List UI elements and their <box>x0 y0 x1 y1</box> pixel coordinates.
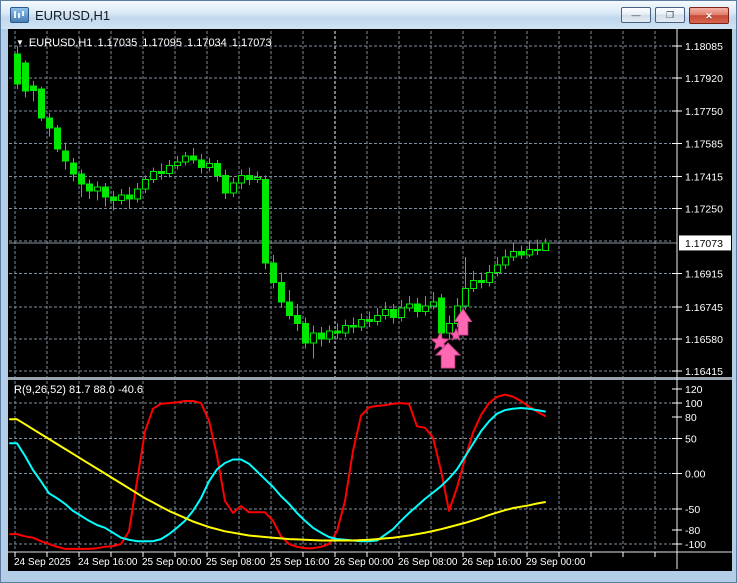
indicator-axis-label: 50 <box>685 433 697 445</box>
indicator-axis-label: 120 <box>685 384 703 396</box>
candle <box>39 87 45 121</box>
price-axis-label: 1.17750 <box>685 106 723 118</box>
indicator-axis-label: 0.00 <box>685 469 706 481</box>
close-button[interactable]: ✕ <box>689 7 729 24</box>
indicator-axis-label: -50 <box>685 504 700 516</box>
ohlc-close: 1.17073 <box>232 37 272 49</box>
indicator-axis-label: 100 <box>685 398 703 410</box>
price-axis-label: 1.17920 <box>685 73 723 85</box>
current-price-label: 1.17073 <box>685 238 723 250</box>
time-axis-label: 29 Sep 00:00 <box>526 557 586 568</box>
price-axis-label: 1.18085 <box>685 41 723 53</box>
restore-button[interactable]: ❐ <box>655 7 685 23</box>
time-axis-label: 26 Sep 08:00 <box>398 557 458 568</box>
indicator-axis-label: 80 <box>685 412 697 424</box>
chart-window-icon <box>10 7 29 23</box>
price-axis-label: 1.17415 <box>685 171 723 183</box>
window-controls: — ❐ ✕ <box>621 7 729 24</box>
price-axis-label: 1.16580 <box>685 334 723 346</box>
candle <box>55 125 61 152</box>
time-axis-label: 25 Sep 08:00 <box>206 557 266 568</box>
indicator-axis-label: -100 <box>685 539 706 551</box>
price-axis-label: 1.17250 <box>685 204 723 216</box>
price-axis-label: 1.16415 <box>685 366 723 378</box>
time-axis-label: 25 Sep 00:00 <box>142 557 202 568</box>
title-bar[interactable]: EURUSD,H1 — ❐ ✕ <box>1 1 736 29</box>
candle <box>263 175 269 268</box>
price-axis-label: 1.16915 <box>685 269 723 281</box>
time-axis-label: 25 Sep 16:00 <box>270 557 330 568</box>
ohlc-open: 1.17035 <box>98 37 138 49</box>
time-axis-label: 24 Sep 16:00 <box>78 557 138 568</box>
price-axis-label: 1.17585 <box>685 138 723 150</box>
window-title: EURUSD,H1 <box>35 8 110 23</box>
ohlc-symbol: EURUSD,H1 <box>29 37 93 49</box>
time-axis-label: 26 Sep 00:00 <box>334 557 394 568</box>
application-window: 1.18085 1.17920 1.17750 1.17585 1.17415 1.172… <box>0 0 737 583</box>
ohlc-low: 1.17034 <box>187 37 227 49</box>
time-axis-label: 24 Sep 2025 <box>14 557 71 568</box>
chart-background <box>8 29 732 571</box>
chart-canvas[interactable]: 1.18085 1.17920 1.17750 1.17585 1.17415 1.172… <box>1 1 737 583</box>
candle <box>439 294 445 337</box>
indicator-axis-label: -80 <box>685 525 700 537</box>
pane-separator[interactable] <box>8 377 732 380</box>
ohlc-high: 1.17095 <box>142 37 182 49</box>
time-axis-label: 26 Sep 16:00 <box>462 557 522 568</box>
indicator-label: R(9,26,52) 81.7 88.0 -40.6 <box>14 384 143 396</box>
chart-ohlc-header: ▼ EURUSD,H1 1.17035 1.17095 1.17034 1.17073 <box>16 37 277 49</box>
chevron-down-icon[interactable]: ▼ <box>16 38 24 47</box>
minimize-button[interactable]: — <box>621 7 651 23</box>
price-axis-label: 1.16745 <box>685 302 723 314</box>
